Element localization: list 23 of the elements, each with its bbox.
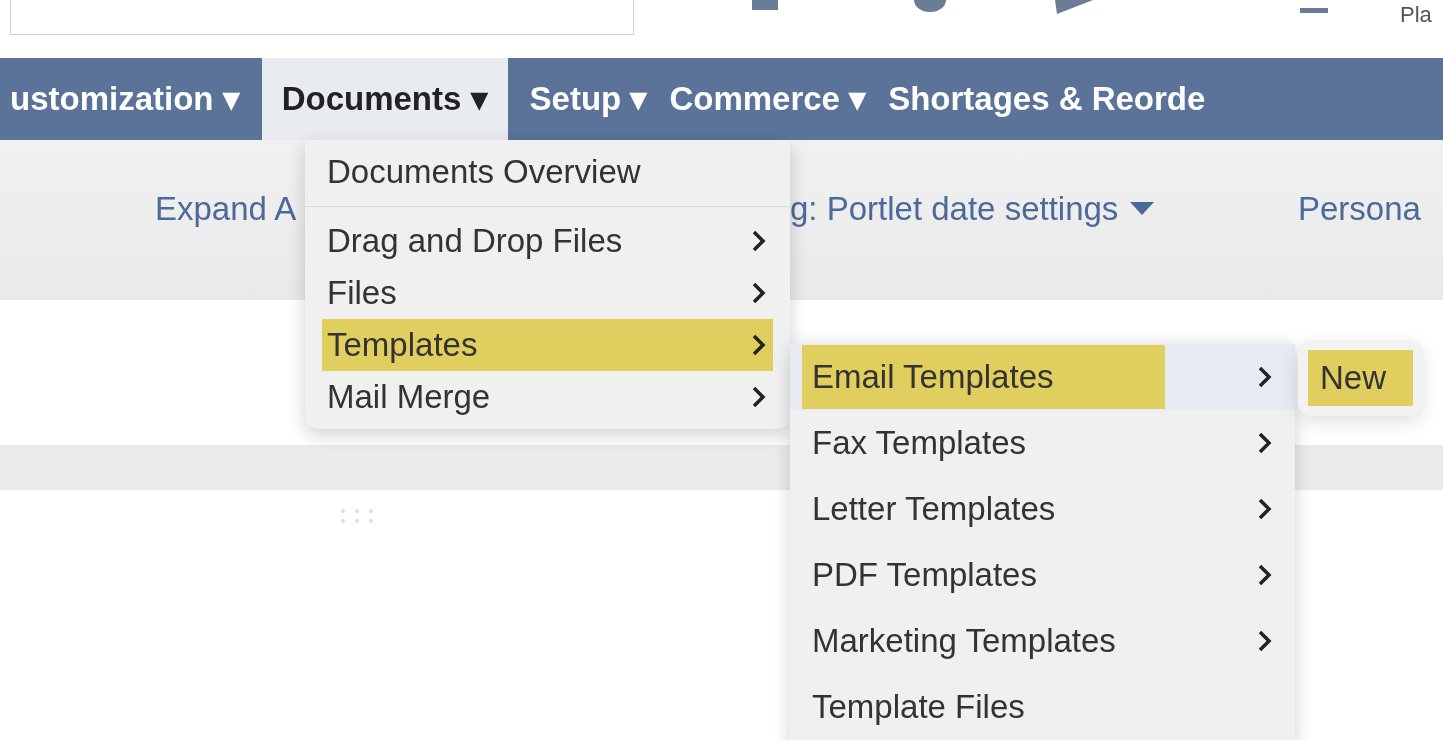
nav-tab[interactable]: Setup ▾ xyxy=(529,58,648,140)
menu-item[interactable]: Drag and Drop Files xyxy=(322,215,773,267)
toolbar-label[interactable]: Pla xyxy=(1400,2,1432,28)
menu-item[interactable]: Marketing Templates xyxy=(790,608,1295,674)
nav-tab[interactable]: ustomization ▾ xyxy=(10,58,240,140)
date-settings-link[interactable]: g: Portlet date settings xyxy=(790,184,1155,234)
menu-item[interactable]: PDF Templates xyxy=(790,542,1295,608)
menu-item[interactable]: New xyxy=(1308,350,1413,406)
menu-item[interactable]: Template Files xyxy=(790,674,1295,740)
nav-tab[interactable]: Documents ▾ xyxy=(261,58,508,140)
menu-item[interactable]: Fax Templates xyxy=(790,410,1295,476)
nav-tab[interactable]: Commerce ▾ xyxy=(669,58,867,140)
menu-item[interactable]: Mail Merge xyxy=(322,371,773,423)
personalize-link[interactable]: Persona xyxy=(1298,184,1421,234)
search-field[interactable] xyxy=(10,0,634,35)
menu-item[interactable]: Email Templates xyxy=(790,344,1295,410)
caret-icon xyxy=(1130,201,1155,216)
menu-item[interactable]: Files xyxy=(322,267,773,319)
menu-item[interactable]: Templates xyxy=(322,319,773,371)
menu-item[interactable]: Letter Templates xyxy=(790,476,1295,542)
nav-tab[interactable]: Shortages & Reorde xyxy=(888,58,1206,140)
expand-link[interactable]: Expand A xyxy=(155,184,297,234)
menu-item[interactable]: Documents Overview xyxy=(322,146,773,198)
